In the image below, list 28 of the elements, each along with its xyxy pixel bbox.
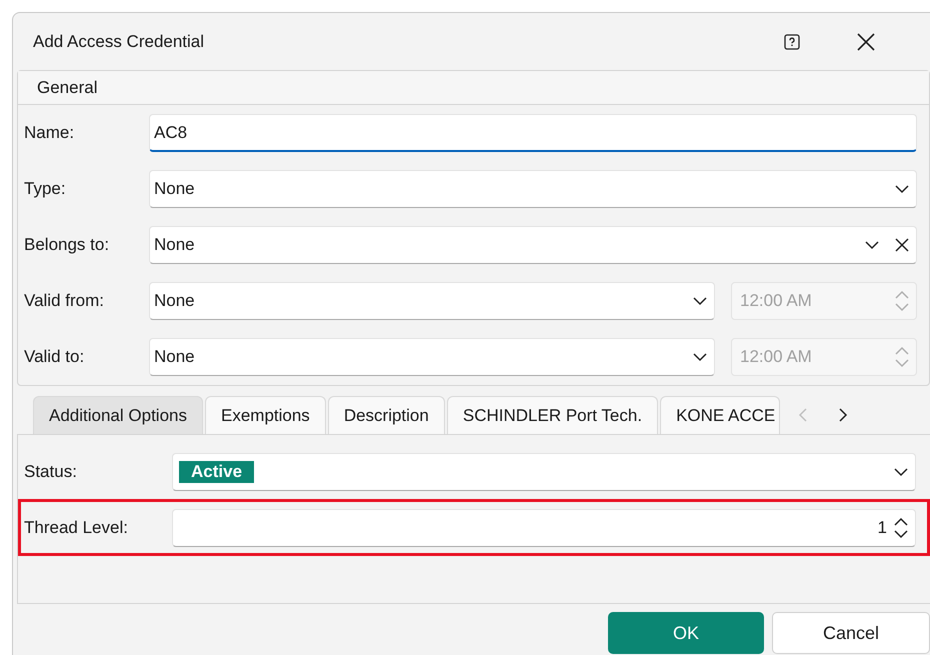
status-tag: Active xyxy=(179,461,254,483)
cancel-button[interactable]: Cancel xyxy=(772,612,930,654)
tab[interactable]: Description xyxy=(328,396,445,434)
window-title: Add Access Credential xyxy=(33,30,206,53)
dropdown-field[interactable]: None xyxy=(149,282,715,320)
dropdown-field[interactable]: None xyxy=(149,338,715,376)
field-label: Type: xyxy=(23,178,67,200)
dropdown-field[interactable]: None xyxy=(149,226,917,264)
field-label: Valid to: xyxy=(23,346,86,368)
close-icon[interactable] xyxy=(856,32,876,52)
field-label: Name: xyxy=(23,122,76,144)
tab[interactable]: KONE ACCE xyxy=(660,396,780,434)
section-title: General xyxy=(37,76,98,99)
field-label: Valid from: xyxy=(23,290,105,312)
tab[interactable]: Additional Options xyxy=(33,396,203,434)
text-field[interactable]: AC8 xyxy=(149,114,917,152)
dropdown-field[interactable]: Active xyxy=(172,453,916,491)
field-label: Status: xyxy=(24,461,78,484)
ok-button[interactable]: OK xyxy=(608,612,764,654)
clear-icon[interactable] xyxy=(894,237,910,253)
number-field[interactable]: 1 xyxy=(172,508,916,546)
tab[interactable]: SCHINDLER Port Tech. xyxy=(446,396,658,434)
field-label: Belongs to: xyxy=(23,234,110,256)
spin-arrows-icon[interactable] xyxy=(893,516,909,538)
field-label: Thread Level: xyxy=(24,516,129,539)
tab[interactable]: Exemptions xyxy=(204,396,326,434)
dropdown-field[interactable]: None xyxy=(149,170,917,208)
help-icon[interactable] xyxy=(784,34,800,50)
